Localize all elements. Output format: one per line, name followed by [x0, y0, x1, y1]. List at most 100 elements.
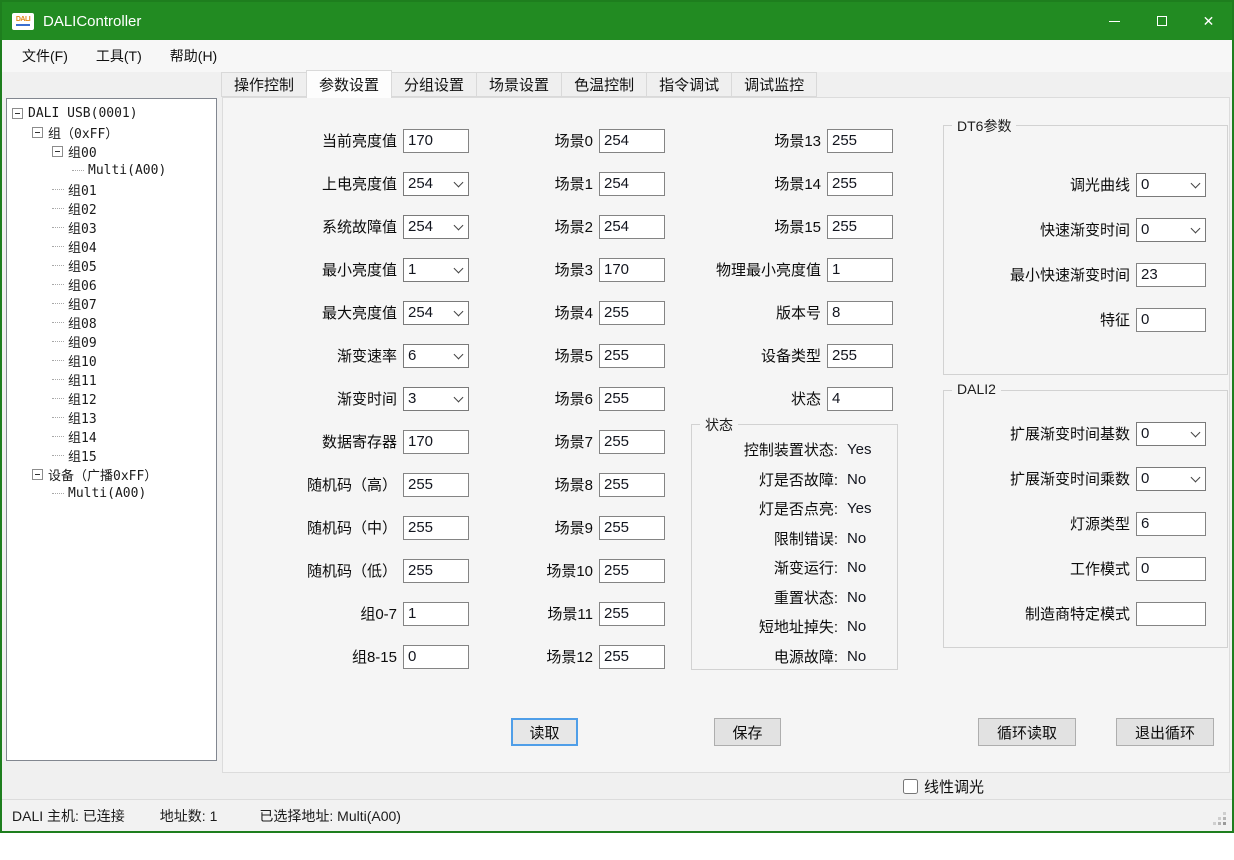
tree-item[interactable]: 组10 — [7, 351, 216, 370]
scene-right-input-5[interactable] — [827, 344, 893, 368]
field-label: 灯源类型 — [944, 513, 1130, 534]
tree-item[interactable]: 组13 — [7, 408, 216, 427]
save-button[interactable]: 保存 — [714, 718, 781, 746]
scene-right-input-0[interactable] — [827, 129, 893, 153]
tree-item[interactable]: 组04 — [7, 237, 216, 256]
status-group-body: 控制装置状态:Yes灯是否故障:No灯是否点亮:Yes限制错误:No渐变运行:N… — [692, 425, 897, 669]
scene-right-input-6[interactable] — [827, 387, 893, 411]
basic-param-input-11[interactable] — [403, 602, 469, 626]
field-label: 渐变速率 — [243, 345, 397, 366]
menu-item-2[interactable]: 帮助(H) — [170, 46, 217, 66]
tree-item-label: 组01 — [68, 180, 97, 199]
dali2-input-3[interactable] — [1136, 557, 1206, 581]
tab-2[interactable]: 分组设置 — [391, 72, 477, 97]
close-button[interactable]: ✕ — [1185, 2, 1232, 40]
dali2-select-1[interactable]: 0 — [1136, 467, 1206, 491]
basic-param-input-10[interactable] — [403, 559, 469, 583]
tab-5[interactable]: 指令调试 — [646, 72, 732, 97]
dali2-row-2: 灯源类型 — [944, 501, 1227, 546]
scene-left-input-11[interactable] — [599, 602, 665, 626]
tab-6[interactable]: 调试监控 — [731, 72, 817, 97]
tree-item[interactable]: 组08 — [7, 313, 216, 332]
scene-left-input-3[interactable] — [599, 258, 665, 282]
dali2-input-2[interactable] — [1136, 512, 1206, 536]
menu-item-0[interactable]: 文件(F) — [22, 46, 68, 66]
scene-right-input-3[interactable] — [827, 258, 893, 282]
tree-collapse-icon[interactable] — [32, 127, 43, 138]
basic-param-row-9: 随机码（中） — [243, 506, 469, 549]
basic-param-input-9[interactable] — [403, 516, 469, 540]
exit-loop-button[interactable]: 退出循环 — [1116, 718, 1214, 746]
tree-item[interactable]: 组05 — [7, 256, 216, 275]
basic-param-input-12[interactable] — [403, 645, 469, 669]
tree-item[interactable]: Multi(A00) — [7, 161, 216, 180]
tree-item[interactable]: 组（0xFF） — [7, 123, 216, 142]
tree-item[interactable]: 组02 — [7, 199, 216, 218]
linear-dimming-checkbox[interactable] — [903, 779, 918, 794]
tree-collapse-icon[interactable] — [12, 108, 23, 119]
tree-item[interactable]: Multi(A00) — [7, 484, 216, 503]
tree-item[interactable]: 组09 — [7, 332, 216, 351]
tree-item[interactable]: 组01 — [7, 180, 216, 199]
basic-param-select-2[interactable]: 254 — [403, 215, 469, 239]
tree-collapse-icon[interactable] — [52, 146, 63, 157]
tree-item[interactable]: 组11 — [7, 370, 216, 389]
tree-item[interactable]: 组00 — [7, 142, 216, 161]
minimize-button[interactable] — [1091, 2, 1138, 40]
read-button[interactable]: 读取 — [511, 718, 578, 746]
tree-item[interactable]: DALI USB(0001) — [7, 104, 216, 123]
basic-param-select-6[interactable]: 3 — [403, 387, 469, 411]
basic-param-select-3[interactable]: 1 — [403, 258, 469, 282]
maximize-button[interactable] — [1138, 2, 1185, 40]
scene-left-input-4[interactable] — [599, 301, 665, 325]
loop-read-button[interactable]: 循环读取 — [978, 718, 1076, 746]
tree-item[interactable]: 组07 — [7, 294, 216, 313]
tab-1[interactable]: 参数设置 — [306, 70, 392, 98]
dt6-input-2[interactable] — [1136, 263, 1206, 287]
basic-param-select-4[interactable]: 254 — [403, 301, 469, 325]
scene-left-input-2[interactable] — [599, 215, 665, 239]
dali2-input-4[interactable] — [1136, 602, 1206, 626]
basic-param-input-8[interactable] — [403, 473, 469, 497]
scene-left-input-10[interactable] — [599, 559, 665, 583]
status-row-label: 电源故障: — [696, 646, 838, 667]
status-row-7: 电源故障:No — [696, 642, 893, 672]
scene-right-row-5: 设备类型 — [701, 334, 893, 377]
scene-left-input-0[interactable] — [599, 129, 665, 153]
scene-left-input-6[interactable] — [599, 387, 665, 411]
dt6-select-1[interactable]: 0 — [1136, 218, 1206, 242]
field-label: 场景5 — [519, 345, 593, 366]
tree-item[interactable]: 组15 — [7, 446, 216, 465]
tree-item[interactable]: 组03 — [7, 218, 216, 237]
scene-left-input-12[interactable] — [599, 645, 665, 669]
field-select-wrap: 254 — [403, 215, 469, 239]
tree-collapse-icon[interactable] — [32, 469, 43, 480]
scene-left-input-1[interactable] — [599, 172, 665, 196]
tab-0[interactable]: 操作控制 — [221, 72, 307, 97]
tree-connector — [72, 170, 84, 171]
scene-left-input-5[interactable] — [599, 344, 665, 368]
basic-param-select-1[interactable]: 254 — [403, 172, 469, 196]
field-label: 组8-15 — [243, 646, 397, 667]
basic-param-input-7[interactable] — [403, 430, 469, 454]
tree-item[interactable]: 组12 — [7, 389, 216, 408]
scene-left-input-7[interactable] — [599, 430, 665, 454]
dt6-input-3[interactable] — [1136, 308, 1206, 332]
scene-right-input-4[interactable] — [827, 301, 893, 325]
tree-item[interactable]: 设备（广播0xFF） — [7, 465, 216, 484]
basic-param-input-0[interactable] — [403, 129, 469, 153]
scene-left-input-9[interactable] — [599, 516, 665, 540]
resize-grip-icon[interactable] — [1223, 822, 1226, 825]
dt6-select-0[interactable]: 0 — [1136, 173, 1206, 197]
scene-left-row-0: 场景0 — [519, 119, 665, 162]
tree-item[interactable]: 组14 — [7, 427, 216, 446]
tab-3[interactable]: 场景设置 — [476, 72, 562, 97]
basic-param-select-5[interactable]: 6 — [403, 344, 469, 368]
scene-right-input-2[interactable] — [827, 215, 893, 239]
tree-item[interactable]: 组06 — [7, 275, 216, 294]
dali2-select-0[interactable]: 0 — [1136, 422, 1206, 446]
scene-left-input-8[interactable] — [599, 473, 665, 497]
scene-right-input-1[interactable] — [827, 172, 893, 196]
menu-item-1[interactable]: 工具(T) — [96, 46, 142, 66]
tab-4[interactable]: 色温控制 — [561, 72, 647, 97]
